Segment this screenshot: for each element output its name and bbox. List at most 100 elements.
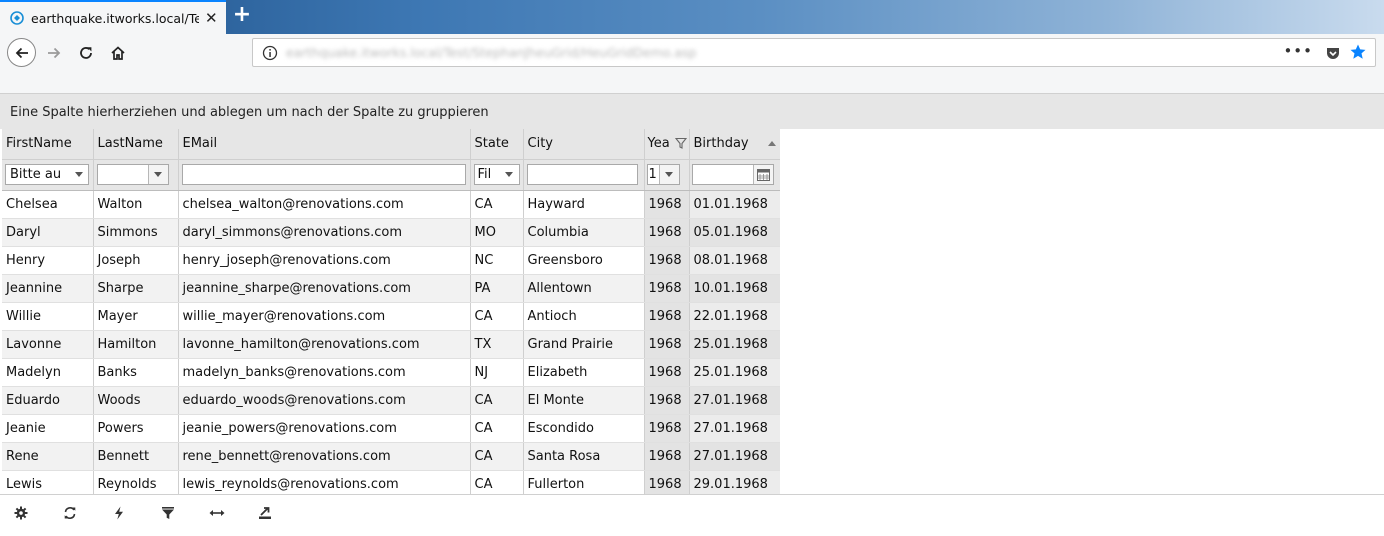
filter-state-value: Fil	[477, 167, 492, 182]
column-header-birthday-label: Birthday	[693, 136, 749, 152]
column-header-birthday[interactable]: Birthday	[689, 129, 780, 160]
cell-city: Grand Prairie	[523, 330, 645, 359]
cell-email: willie_mayer@renovations.com	[178, 302, 471, 331]
filter-lastname-select[interactable]	[96, 164, 169, 185]
cell-lastname: Hamilton	[93, 330, 179, 359]
chevron-down-icon[interactable]	[147, 165, 168, 184]
table-row[interactable]: Daryl Simmons daryl_simmons@renovations.co…	[2, 218, 780, 247]
column-header-year[interactable]: Yea	[644, 129, 690, 160]
cell-email: daryl_simmons@renovations.com	[178, 218, 471, 247]
column-filter-funnel-icon[interactable]	[674, 137, 687, 149]
cell-email: rene_bennett@renovations.com	[178, 442, 471, 471]
cell-firstname: Lewis	[2, 470, 94, 494]
cell-email: jeanie_powers@renovations.com	[178, 414, 471, 443]
new-tab-plus-icon[interactable]: +	[231, 4, 253, 28]
table-row[interactable]: Jeanie Powers jeanie_powers@renovations.co…	[2, 414, 780, 443]
filter-firstname-value: Bitte au	[10, 167, 62, 182]
chevron-down-icon[interactable]	[658, 165, 679, 184]
cell-state: CA	[470, 386, 524, 415]
cell-state: CA	[470, 190, 524, 219]
site-info-icon[interactable]	[262, 45, 278, 61]
cell-firstname: Lavonne	[2, 330, 94, 359]
cell-year: 1968	[644, 386, 690, 415]
browser-tab[interactable]: earthquake.itworks.local/Test/S ✕	[0, 0, 226, 34]
cell-email: chelsea_walton@renovations.com	[178, 190, 471, 219]
column-header-city[interactable]: City	[523, 129, 645, 160]
url-text: earthquake.itworks.local/Test/StephanJhe…	[286, 45, 697, 60]
filter-email-input[interactable]	[181, 164, 466, 185]
browser-tab-bar: earthquake.itworks.local/Test/S ✕ +	[0, 0, 1384, 34]
cell-birthday: 01.01.1968	[689, 190, 780, 219]
lightning-icon[interactable]	[110, 504, 128, 522]
cell-firstname: Willie	[2, 302, 94, 331]
table-row[interactable]: Lavonne Hamilton lavonne_hamilton@renovati…	[2, 330, 780, 359]
sort-ascending-icon	[767, 141, 776, 146]
filter-icon[interactable]	[159, 504, 177, 522]
filter-city-input[interactable]	[526, 164, 638, 185]
cell-city: Greensboro	[523, 246, 645, 275]
column-header-email[interactable]: EMail	[178, 129, 471, 160]
home-icon	[111, 46, 125, 60]
table-row[interactable]: Madelyn Banks madelyn_banks@renovations.co…	[2, 358, 780, 387]
cell-state: NC	[470, 246, 524, 275]
forward-arrow-icon	[48, 47, 61, 59]
filter-firstname-select[interactable]: Bitte au	[5, 164, 89, 185]
home-button[interactable]	[103, 38, 133, 68]
table-row[interactable]: Rene Bennett rene_bennett@renovations.com C…	[2, 442, 780, 471]
chevron-down-icon[interactable]	[499, 165, 519, 184]
column-header-state[interactable]: State	[470, 129, 524, 160]
filter-year-select[interactable]: 1	[646, 164, 680, 185]
calendar-icon[interactable]	[752, 165, 773, 184]
chevron-down-icon[interactable]	[69, 165, 88, 184]
back-button[interactable]	[7, 38, 36, 67]
cell-state: NJ	[470, 358, 524, 387]
grid-body: Chelsea Walton chelsea_walton@renovations.…	[2, 190, 780, 494]
cell-city: Antioch	[523, 302, 645, 331]
column-header-firstname[interactable]: FirstName	[2, 129, 94, 160]
cell-email: jeannine_sharpe@renovations.com	[178, 274, 471, 303]
pocket-icon[interactable]	[1325, 45, 1341, 61]
reload-button[interactable]	[71, 38, 101, 68]
export-icon[interactable]	[256, 504, 274, 522]
cell-year: 1968	[644, 414, 690, 443]
cell-year: 1968	[644, 190, 690, 219]
table-row[interactable]: Lewis Reynolds lewis_reynolds@renovations.…	[2, 470, 780, 494]
cell-city: Columbia	[523, 218, 645, 247]
cell-firstname: Chelsea	[2, 190, 94, 219]
group-drop-area[interactable]: Eine Spalte hierherziehen und ablegen um…	[0, 93, 1384, 129]
cell-state: CA	[470, 302, 524, 331]
cell-birthday: 05.01.1968	[689, 218, 780, 247]
table-row[interactable]: Willie Mayer willie_mayer@renovations.com C…	[2, 302, 780, 331]
cell-state: CA	[470, 470, 524, 494]
cell-lastname: Walton	[93, 190, 179, 219]
cell-birthday: 27.01.1968	[689, 386, 780, 415]
cell-city: Santa Rosa	[523, 442, 645, 471]
forward-button[interactable]	[39, 38, 69, 68]
column-header-lastname[interactable]: LastName	[93, 129, 179, 160]
page-actions-more-icon[interactable]: •••	[1283, 42, 1313, 60]
cell-lastname: Banks	[93, 358, 179, 387]
table-row[interactable]: Jeannine Sharpe jeannine_sharpe@renovation…	[2, 274, 780, 303]
filter-birthday-datepicker[interactable]	[691, 164, 774, 185]
cell-state: CA	[470, 414, 524, 443]
page-top-spacer	[0, 74, 1384, 94]
table-row[interactable]: Henry Joseph henry_joseph@renovations.com N…	[2, 246, 780, 275]
url-bar[interactable]: earthquake.itworks.local/Test/StephanJhe…	[252, 38, 1376, 67]
cell-firstname: Jeannine	[2, 274, 94, 303]
cell-firstname: Henry	[2, 246, 94, 275]
group-hint-text: Eine Spalte hierherziehen und ablegen um…	[10, 105, 489, 120]
cell-lastname: Woods	[93, 386, 179, 415]
table-row[interactable]: Chelsea Walton chelsea_walton@renovations.…	[2, 190, 780, 219]
tab-close-icon[interactable]: ✕	[205, 10, 218, 26]
cell-lastname: Bennett	[93, 442, 179, 471]
cell-city: Fullerton	[523, 470, 645, 494]
resize-horizontal-icon[interactable]	[208, 504, 226, 522]
filter-state-select[interactable]: Fil	[473, 164, 520, 185]
cell-birthday: 25.01.1968	[689, 330, 780, 359]
table-row[interactable]: Eduardo Woods eduardo_woods@renovations.co…	[2, 386, 780, 415]
grid-toolbar	[0, 494, 1384, 536]
refresh-icon[interactable]	[61, 504, 79, 522]
cell-state: MO	[470, 218, 524, 247]
bookmark-star-icon[interactable]	[1349, 43, 1367, 61]
gear-icon[interactable]	[12, 504, 30, 522]
